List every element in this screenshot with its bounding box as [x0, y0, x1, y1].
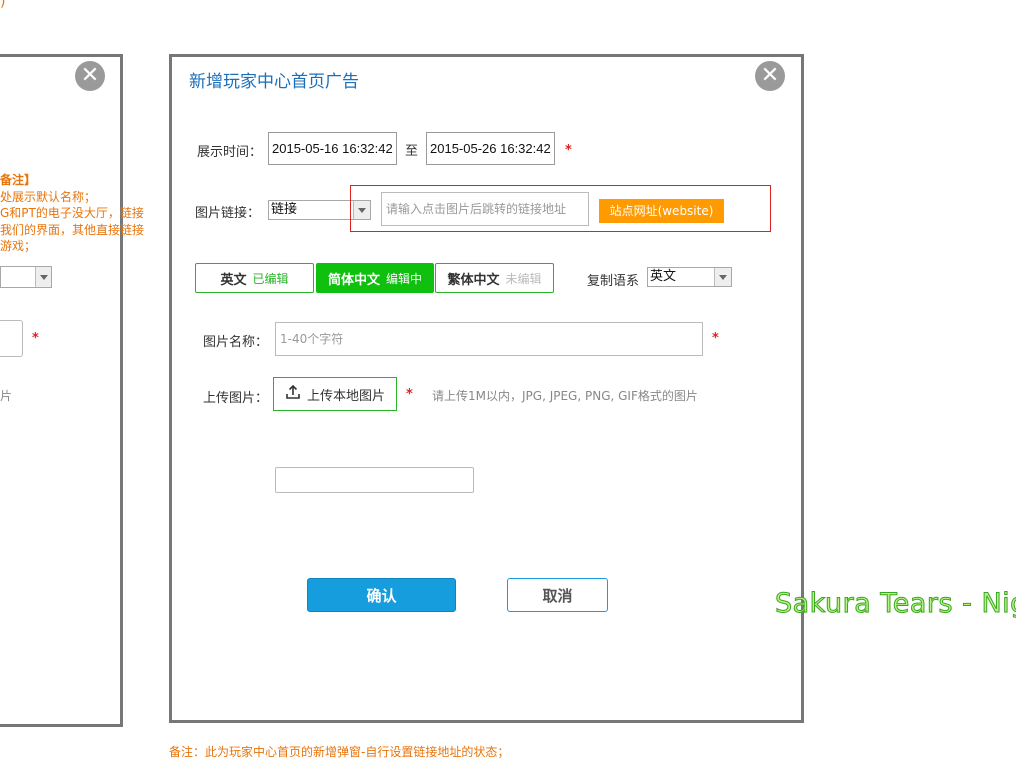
tab-status: 编辑中 [386, 271, 423, 286]
tab-simplified-chinese[interactable]: 简体中文 编辑中 [316, 263, 434, 293]
tab-label: 简体中文 [327, 272, 380, 288]
close-icon: ✕ [80, 63, 100, 88]
tab-status: 未编辑 [505, 271, 542, 286]
image-name-label: 图片名称： [203, 335, 269, 350]
note-line: 我们的界面，其他直接链接 [0, 222, 145, 237]
image-preview-field[interactable] [275, 467, 474, 493]
background-hint-fragment: 片 [0, 389, 13, 403]
required-mark: * [712, 331, 719, 346]
upload-hint: 请上传1M以内，JPG, JPEG, PNG, GIF格式的图片 [432, 389, 698, 403]
confirm-button[interactable]: 确认 [307, 578, 456, 612]
copy-language-label: 复制语系 [587, 274, 640, 289]
link-url-input[interactable]: 请输入点击图片后跳转的链接地址 [381, 192, 589, 226]
site-url-button[interactable]: 站点网址(website) [599, 199, 724, 223]
cancel-button[interactable]: 取消 [507, 578, 608, 612]
tab-traditional-chinese[interactable]: 繁体中文 未编辑 [435, 263, 554, 293]
start-time-input[interactable]: 2015-05-16 16:32:42 [268, 132, 397, 165]
background-dialog-close-button[interactable]: ✕ [75, 61, 105, 91]
upload-image-label: 上传图片： [203, 391, 269, 406]
copy-language-select[interactable]: 英文 [647, 267, 732, 287]
bottom-note: 备注：此为玩家中心首页的新增弹窗-自行设置链接地址的状态； [169, 745, 510, 759]
end-time-input[interactable]: 2015-05-26 16:32:42 [426, 132, 555, 165]
background-select[interactable] [0, 266, 52, 288]
dialog-title: 新增玩家中心首页广告 [189, 72, 359, 92]
background-dialog-note: 备注】 处展示默认名称； G和PT的电子没大厅，链接 我们的界面，其他直接链接 … [0, 172, 160, 255]
note-line: 备注】 [0, 173, 37, 187]
tab-label: 繁体中文 [447, 272, 500, 288]
upload-icon [285, 384, 301, 404]
note-line: G和PT的电子没大厅，链接 [0, 206, 144, 220]
required-mark: * [406, 387, 413, 402]
top-fragment-text: ) [0, 0, 6, 10]
image-link-label: 图片链接： [195, 206, 261, 221]
required-mark: * [32, 331, 39, 346]
link-type-value: 链接 [271, 202, 298, 217]
chevron-down-icon [35, 267, 51, 287]
close-icon: ✕ [760, 63, 780, 88]
watermark-text: Sakura Tears - Nig [775, 588, 1016, 620]
upload-button-label: 上传本地图片 [306, 388, 385, 404]
note-line: 游戏； [0, 239, 37, 253]
chevron-down-icon [714, 268, 731, 286]
display-time-label: 展示时间： [197, 145, 263, 160]
required-mark: * [565, 143, 572, 158]
note-line: 处展示默认名称； [0, 189, 97, 204]
tab-english[interactable]: 英文 已编辑 [195, 263, 314, 293]
image-name-input[interactable]: 1-40个字符 [275, 322, 703, 356]
background-input[interactable] [0, 320, 23, 357]
upload-local-image-button[interactable]: 上传本地图片 [273, 377, 397, 411]
tab-status: 已编辑 [252, 271, 289, 286]
tab-label: 英文 [220, 272, 247, 288]
dialog-close-button[interactable]: ✕ [755, 61, 785, 91]
copy-language-value: 英文 [650, 269, 677, 284]
background-dialog [0, 54, 123, 727]
time-separator: 至 [405, 144, 419, 159]
